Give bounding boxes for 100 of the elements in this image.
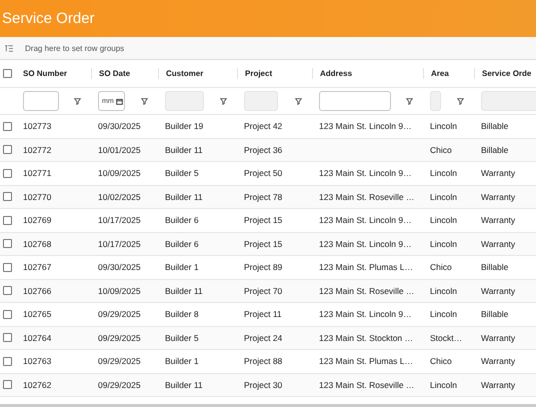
table-cell-text: Lincoln — [429, 309, 458, 320]
row-checkbox[interactable] — [3, 310, 12, 319]
column-header[interactable]: SO Number — [16, 68, 91, 79]
filter-field[interactable] — [319, 91, 391, 111]
table-cell-text: Project 70 — [243, 286, 284, 296]
table-cell-text: 10/09/2025 — [97, 286, 142, 296]
group-hint: Drag here to set row groups — [25, 44, 124, 52]
select-all-checkbox[interactable] — [3, 69, 12, 78]
row-checkbox[interactable] — [3, 239, 12, 248]
row-checkbox[interactable] — [3, 145, 12, 154]
filter-icon[interactable] — [406, 98, 413, 104]
column-header[interactable]: Address — [312, 68, 423, 79]
column-header[interactable]: Customer — [158, 68, 237, 79]
table-cell-text: Builder 8 — [164, 309, 200, 320]
calendar-icon[interactable] — [116, 98, 123, 104]
table-cell-text: 102771 — [22, 168, 52, 178]
table-cell-text: 10/17/2025 — [97, 215, 142, 226]
table-cell-text: 123 Main St. Roseville … — [318, 286, 416, 296]
table-cell-text: 123 Main St. Roseville … — [318, 192, 416, 202]
table-cell-text: 123 Main St. Roseville … — [318, 380, 416, 390]
row-checkbox[interactable] — [3, 262, 12, 272]
table-cell-text: 123 Main St. Lincoln 9… — [318, 309, 413, 320]
row-checkbox[interactable] — [3, 333, 12, 342]
table-cell-text: 102770 — [22, 192, 52, 202]
table-cell-text: Project 50 — [243, 168, 284, 178]
table-cell-text: 102769 — [22, 215, 52, 226]
table-cell-text: Lincoln — [429, 121, 458, 132]
table-cell-text: 09/29/2025 — [97, 356, 142, 366]
filter-icon[interactable] — [220, 98, 227, 104]
table-cell-text: Lincoln — [429, 192, 458, 202]
row-checkbox[interactable] — [3, 356, 12, 366]
table-cell-text: Warranty — [480, 192, 516, 202]
filter-icon[interactable] — [295, 98, 302, 104]
table-cell-text: Chico — [429, 356, 453, 366]
table-cell-text: 123 Main St. Plumas L… — [318, 356, 414, 366]
table-cell-text: Warranty — [480, 168, 516, 178]
table-cell-text: Lincoln — [429, 286, 458, 296]
table-cell-text: 10/01/2025 — [97, 144, 142, 155]
table-cell-text: 09/29/2025 — [97, 380, 142, 390]
row-checkbox[interactable] — [3, 216, 12, 225]
table-cell-text: Billable — [480, 309, 510, 320]
column-header[interactable]: SO Date — [91, 68, 158, 79]
filter-field[interactable] — [23, 91, 59, 111]
table-cell-text: Chico — [429, 144, 453, 155]
column-header[interactable]: Service Orde — [474, 68, 536, 79]
table-cell-text: 09/29/2025 — [97, 332, 142, 343]
table-cell-text: 09/29/2025 — [97, 309, 142, 320]
table-cell-text: Project 15 — [243, 238, 284, 249]
table-cell-text: Billable — [480, 262, 510, 272]
table-cell-text: Warranty — [480, 286, 516, 296]
table-cell-text: Builder 6 — [164, 238, 200, 249]
table-cell-text: Project 78 — [243, 192, 284, 202]
table-cell-text: 123 Main St. Stockton … — [318, 332, 414, 343]
filter-icon[interactable] — [141, 98, 148, 104]
table-cell-text: 123 Main St. Plumas L… — [318, 262, 414, 272]
table-cell-text: 123 Main St. Lincoln 9… — [318, 238, 413, 249]
table-cell-text: Builder 19 — [164, 121, 204, 132]
filter-icon[interactable] — [457, 98, 464, 104]
table-cell-text: 10/02/2025 — [97, 192, 142, 202]
table-cell-text: Builder 1 — [164, 356, 200, 366]
table-cell-text: Builder 11 — [164, 380, 204, 390]
table-cell-text: Warranty — [480, 332, 516, 343]
table-cell-text: 102767 — [22, 262, 52, 272]
table-cell-text: Project 24 — [243, 332, 284, 343]
table-cell-text: Billable — [480, 121, 510, 132]
page-title: Service Order — [2, 10, 95, 27]
table-cell-text: 102768 — [22, 238, 52, 249]
column-header[interactable]: Area — [423, 68, 474, 79]
table-cell-text: Warranty — [480, 238, 516, 249]
table-cell-text: Builder 5 — [164, 168, 200, 178]
table-cell-text: 10/09/2025 — [97, 168, 142, 178]
table-cell-text: Project 42 — [243, 121, 284, 132]
table-cell-text: Stockt… — [429, 332, 464, 343]
row-checkbox[interactable] — [3, 122, 12, 131]
column-header[interactable]: Project — [237, 68, 312, 79]
table-cell-text: Project 88 — [243, 356, 284, 366]
row-groups-icon — [5, 44, 13, 52]
table-cell-text: 123 Main St. Lincoln 9… — [318, 215, 413, 226]
table-cell-text: Project 36 — [243, 144, 284, 155]
table-cell-text: 102762 — [22, 380, 52, 390]
table-cell-text: Project 89 — [243, 262, 284, 272]
filter-icon[interactable] — [74, 98, 81, 104]
row-checkbox[interactable] — [3, 192, 12, 202]
table-cell-text: 102772 — [22, 144, 52, 155]
table-cell-text: 102773 — [22, 121, 52, 132]
table-cell-text: 09/30/2025 — [97, 121, 142, 132]
table-cell-text: Lincoln — [429, 238, 458, 249]
row-checkbox[interactable] — [3, 168, 12, 178]
table-cell-text: 102764 — [22, 332, 52, 343]
table-cell-text: Builder 6 — [164, 215, 200, 226]
table-cell-text: Billable — [480, 144, 510, 155]
table-cell-text: Project 15 — [243, 215, 284, 226]
table-cell-text: Lincoln — [429, 168, 458, 178]
table-cell-text: Builder 11 — [164, 286, 204, 296]
row-checkbox[interactable] — [3, 380, 12, 390]
table-cell-text: Builder 5 — [164, 332, 200, 343]
table-cell-text: 102766 — [22, 286, 52, 296]
row-checkbox[interactable] — [3, 286, 12, 296]
table-cell-text: Builder 11 — [164, 192, 204, 202]
table-cell-text: Builder 11 — [164, 144, 204, 155]
